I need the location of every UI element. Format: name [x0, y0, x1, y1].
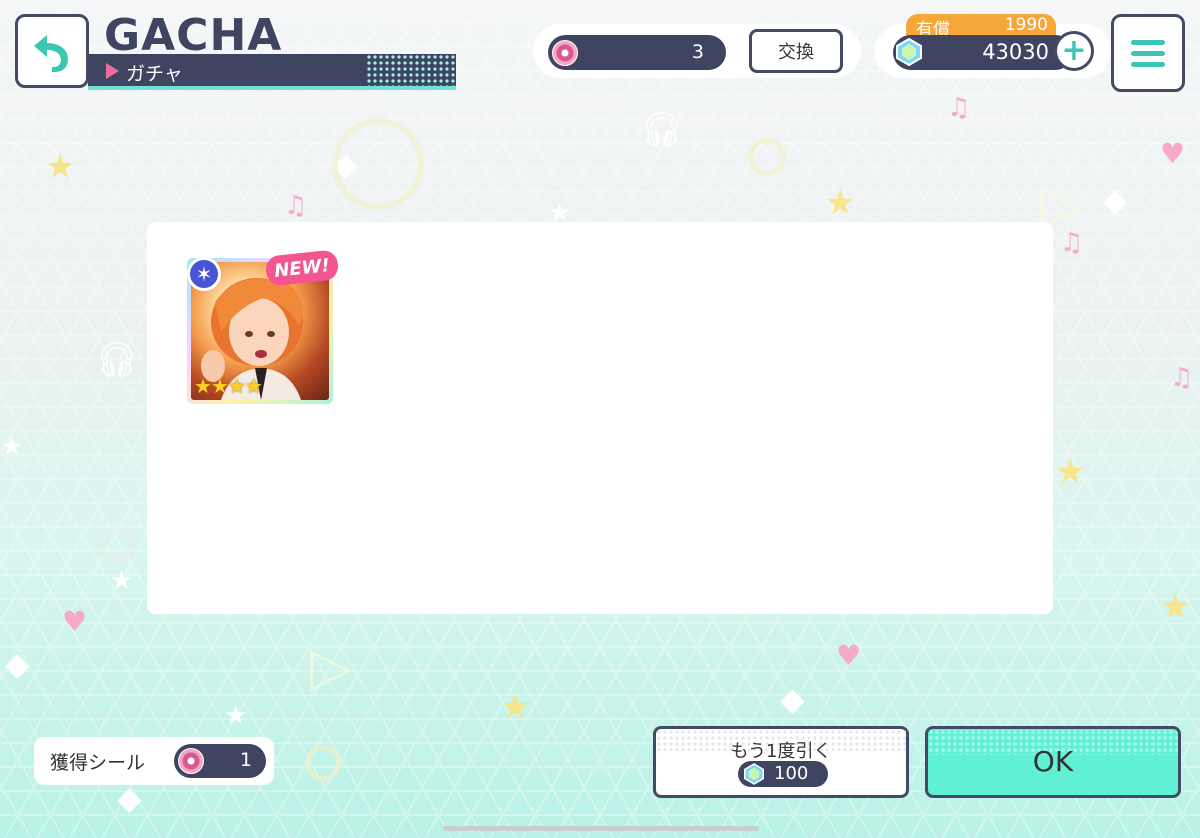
- draw-again-button[interactable]: もう1度引く 100: [653, 726, 909, 798]
- menu-button[interactable]: [1111, 14, 1185, 92]
- play-arrow-icon: [106, 63, 119, 79]
- ring-icon: [305, 745, 341, 781]
- laurel-star-icon: ★: [1160, 587, 1191, 627]
- draw-again-cost: 100: [738, 761, 828, 787]
- draw-again-cost-value: 100: [774, 763, 809, 784]
- headphone-icon: 🎧︎: [95, 340, 139, 380]
- disc-sticker-icon: [178, 748, 204, 774]
- laurel-star-icon: ★: [500, 687, 531, 727]
- music-note-icon: ♫: [1170, 363, 1194, 393]
- gem-total-value: 43030: [982, 40, 1049, 64]
- dot-pattern: [366, 54, 456, 86]
- page-title: GACHA: [104, 10, 283, 61]
- star-icon: ★: [0, 432, 24, 462]
- draw-again-label: もう1度引く: [730, 741, 832, 762]
- gem-icon: [896, 38, 922, 66]
- star-attribute-icon: ✶: [187, 257, 221, 291]
- music-note-icon: ♫: [284, 191, 308, 221]
- ok-label: OK: [1032, 745, 1074, 778]
- star-icon: ★: [110, 566, 134, 596]
- rarity-star-icon: ★: [227, 374, 246, 398]
- disc-sticker-icon: [552, 40, 578, 66]
- rarity-star-icon: ★: [244, 374, 263, 398]
- obtained-stickers-field: 1: [174, 744, 266, 778]
- paid-value: 1990: [1004, 15, 1048, 35]
- diamond-icon: ◆: [5, 645, 30, 683]
- triangle-icon: ▷: [310, 635, 352, 698]
- ok-button[interactable]: OK: [925, 726, 1181, 798]
- ring-icon: [748, 138, 786, 176]
- gem-icon: [744, 763, 764, 785]
- obtained-stickers-label: 獲得シール: [50, 752, 146, 774]
- heart-icon: ♥: [1160, 137, 1186, 170]
- rarity-star-icon: ★: [210, 374, 229, 398]
- back-button[interactable]: [15, 14, 89, 88]
- back-arrow-icon: [34, 35, 68, 72]
- sticker-count-field: 3: [548, 35, 726, 70]
- star-icon: ★: [224, 701, 248, 731]
- diamond-icon: ◆: [1103, 181, 1128, 219]
- laurel-star-icon: ★: [825, 183, 856, 223]
- ring-icon: [332, 118, 424, 210]
- obtained-stickers-value: 1: [239, 749, 252, 771]
- rarity-stars: ★★★★: [194, 374, 263, 398]
- home-indicator[interactable]: [443, 826, 759, 831]
- exchange-button[interactable]: 交換: [749, 29, 843, 73]
- rarity-star-icon: ★: [194, 374, 212, 398]
- laurel-star-icon: ★: [1055, 452, 1086, 492]
- heart-icon: ♥: [836, 639, 862, 672]
- sticker-count-value: 3: [691, 41, 704, 63]
- heart-icon: ♥: [62, 605, 88, 638]
- music-note-icon: ♫: [947, 93, 971, 123]
- add-gems-button[interactable]: +: [1054, 31, 1094, 71]
- hamburger-line: [1131, 50, 1165, 56]
- headphone-icon: 🎧︎: [640, 110, 684, 150]
- laurel-star-icon: ★: [45, 147, 76, 187]
- diamond-icon: ◆: [117, 779, 142, 817]
- hamburger-menu-icon: [1131, 39, 1165, 45]
- gem-total-field: 43030: [893, 35, 1073, 70]
- obtained-stickers: 獲得シール 1: [34, 737, 274, 785]
- ring-icon: [99, 527, 135, 563]
- hamburger-line: [1131, 61, 1165, 67]
- page-subtitle: ガチャ: [126, 63, 183, 85]
- diamond-icon: ◆: [780, 680, 805, 718]
